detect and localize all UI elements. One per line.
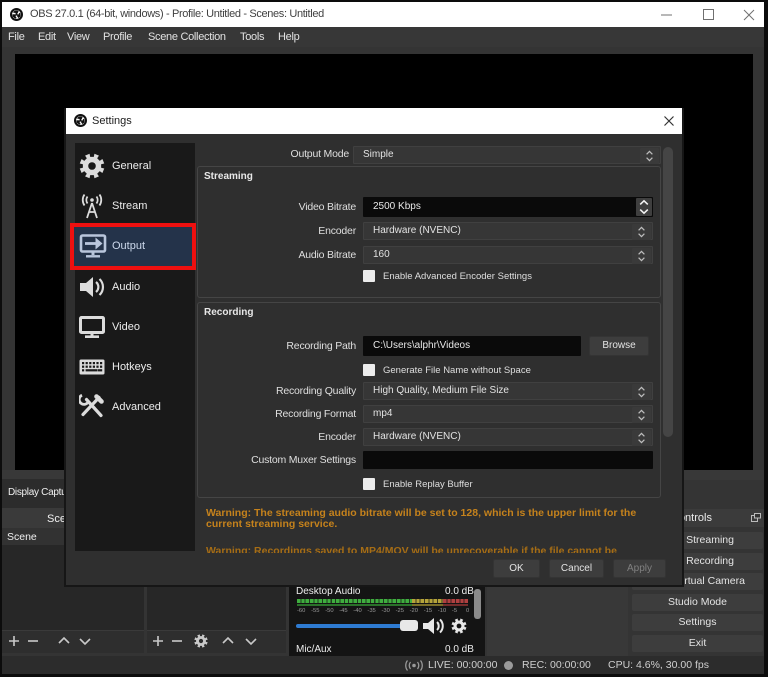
- svg-text:-60: -60: [297, 608, 305, 614]
- svg-text:-45: -45: [339, 608, 347, 614]
- svg-text:-35: -35: [367, 608, 375, 614]
- svg-text:-10: -10: [438, 608, 446, 614]
- svg-text:-15: -15: [424, 608, 432, 614]
- svg-text:-40: -40: [353, 608, 361, 614]
- svg-text:-20: -20: [410, 608, 418, 614]
- svg-text:-30: -30: [382, 608, 390, 614]
- svg-text:-25: -25: [396, 608, 404, 614]
- svg-text:-55: -55: [311, 608, 319, 614]
- svg-text:-50: -50: [325, 608, 333, 614]
- svg-text:-5: -5: [452, 608, 457, 614]
- svg-text:0: 0: [466, 608, 469, 614]
